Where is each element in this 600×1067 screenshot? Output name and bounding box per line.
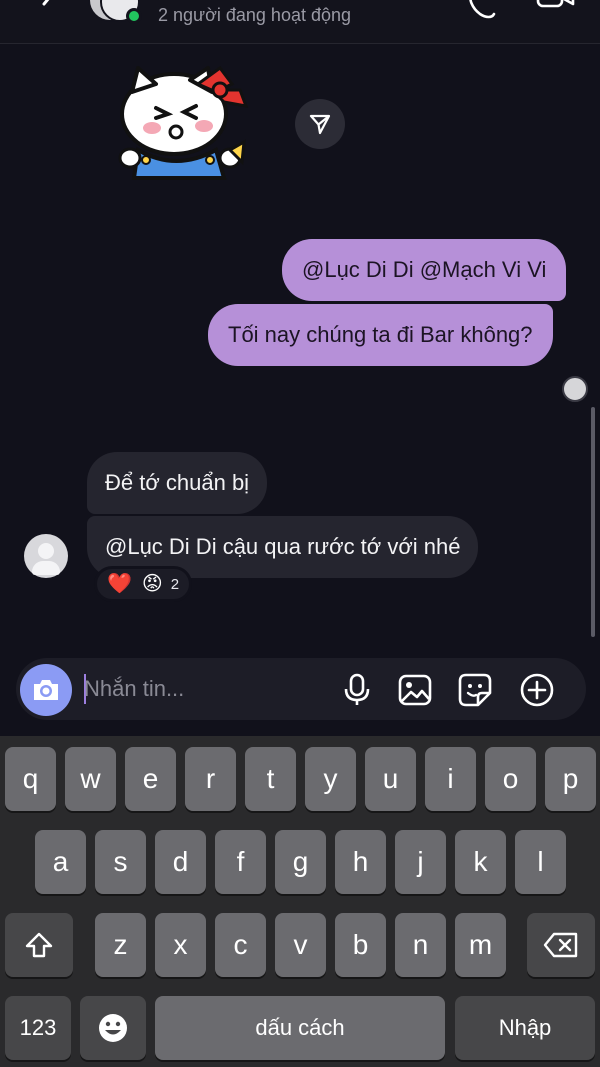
seen-by-avatar: [562, 376, 588, 402]
reaction-count: 2: [170, 575, 180, 593]
camera-icon: [34, 680, 58, 700]
message-text: @Lục Di Di cậu qua rước tớ với nhé: [105, 534, 461, 559]
message-input[interactable]: [84, 672, 324, 706]
sticker-button[interactable]: [456, 672, 494, 708]
key-m[interactable]: m: [455, 913, 506, 977]
numbers-key[interactable]: 123: [5, 996, 71, 1060]
key-i[interactable]: i: [425, 747, 476, 811]
key-n[interactable]: n: [395, 913, 446, 977]
image-icon: [398, 674, 432, 706]
key-j[interactable]: j: [395, 830, 446, 894]
forward-button[interactable]: [295, 99, 345, 149]
key-h[interactable]: h: [335, 830, 386, 894]
emoji-key[interactable]: [80, 996, 146, 1060]
message-thread: @Lục Di Di @Mạch Vi Vi Tối nay chúng ta …: [0, 44, 600, 650]
voice-message-button[interactable]: [338, 672, 376, 708]
hello-kitty-sticker[interactable]: [112, 62, 257, 180]
backspace-key[interactable]: [527, 913, 595, 977]
key-s[interactable]: s: [95, 830, 146, 894]
key-g[interactable]: g: [275, 830, 326, 894]
shift-icon: [25, 932, 53, 958]
key-d[interactable]: d: [155, 830, 206, 894]
gallery-button[interactable]: [396, 672, 434, 708]
key-o[interactable]: o: [485, 747, 536, 811]
group-avatar[interactable]: [88, 0, 150, 28]
heart-reaction: ❤️: [107, 573, 132, 595]
microphone-icon: [344, 673, 370, 705]
key-p[interactable]: p: [545, 747, 596, 811]
send-icon: [309, 114, 331, 135]
chat-header: 2 người đang hoạt động: [0, 0, 600, 44]
key-a[interactable]: a: [35, 830, 86, 894]
key-t[interactable]: t: [245, 747, 296, 811]
video-call-icon[interactable]: [536, 0, 576, 18]
online-indicator: [126, 8, 142, 24]
camera-button[interactable]: [20, 664, 72, 716]
on-screen-keyboard: q w e r t y u i o p a s d f g h j k l z …: [0, 736, 600, 1067]
active-status: 2 người đang hoạt động: [158, 5, 352, 25]
key-f[interactable]: f: [215, 830, 266, 894]
key-y[interactable]: y: [305, 747, 356, 811]
more-options-button[interactable]: [518, 672, 556, 708]
sticker-icon: [458, 673, 492, 707]
key-c[interactable]: c: [215, 913, 266, 977]
scrollbar[interactable]: [591, 407, 595, 637]
message-text: Để tớ chuẩn bị: [105, 470, 250, 495]
smiley-icon: [99, 1014, 127, 1042]
space-key[interactable]: dấu cách: [155, 996, 445, 1060]
shift-key[interactable]: [5, 913, 73, 977]
message-reactions[interactable]: ❤️ 😡 2: [94, 566, 193, 602]
message-text: @Lục Di Di @Mạch Vi Vi: [302, 257, 547, 282]
key-x[interactable]: x: [155, 913, 206, 977]
key-l[interactable]: l: [515, 830, 566, 894]
incoming-message[interactable]: Để tớ chuẩn bị: [87, 452, 268, 514]
phone-icon[interactable]: [466, 0, 498, 20]
key-r[interactable]: r: [185, 747, 236, 811]
key-k[interactable]: k: [455, 830, 506, 894]
backspace-icon: [543, 932, 578, 958]
sender-avatar[interactable]: [24, 534, 68, 578]
plus-circle-icon: [520, 673, 554, 707]
key-e[interactable]: e: [125, 747, 176, 811]
outgoing-message[interactable]: Tối nay chúng ta đi Bar không?: [208, 304, 553, 366]
message-composer: [16, 658, 586, 720]
angry-reaction: 😡: [141, 573, 163, 595]
key-b[interactable]: b: [335, 913, 386, 977]
back-arrow-icon[interactable]: [34, 0, 62, 18]
message-text: Tối nay chúng ta đi Bar không?: [228, 322, 533, 347]
outgoing-message[interactable]: @Lục Di Di @Mạch Vi Vi: [282, 239, 567, 301]
key-v[interactable]: v: [275, 913, 326, 977]
return-key[interactable]: Nhập: [455, 996, 595, 1060]
key-w[interactable]: w: [65, 747, 116, 811]
key-z[interactable]: z: [95, 913, 146, 977]
key-q[interactable]: q: [5, 747, 56, 811]
key-u[interactable]: u: [365, 747, 416, 811]
